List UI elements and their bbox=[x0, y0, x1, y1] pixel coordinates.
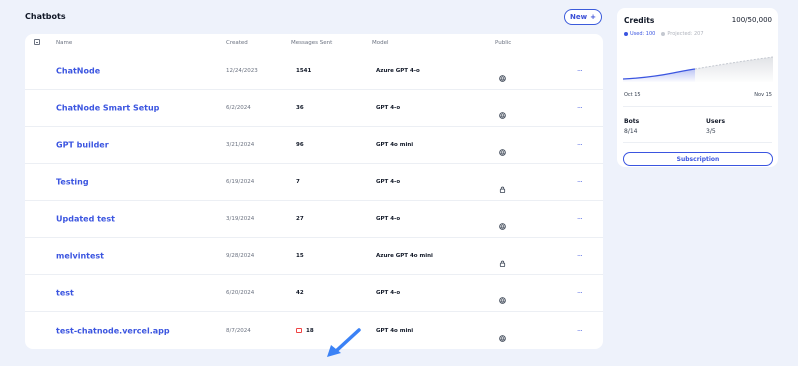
projected-area bbox=[695, 57, 773, 82]
created-date: 6/2/2024 bbox=[226, 105, 251, 111]
created-date: 3/21/2024 bbox=[226, 142, 255, 148]
credits-legend: Used: 100 Projected: 207 bbox=[624, 31, 704, 37]
table-row[interactable]: ChatNode 12/24/2023 1541 Azure GPT 4-o ··· bbox=[25, 53, 603, 90]
chatbot-name-link[interactable]: Updated test bbox=[56, 215, 115, 224]
bots-label: Bots bbox=[624, 118, 640, 125]
created-date: 12/24/2023 bbox=[226, 68, 258, 74]
chatbot-name-link[interactable]: test bbox=[56, 289, 74, 298]
messages-sent: 42 bbox=[296, 290, 304, 296]
messages-sent: 96 bbox=[296, 142, 304, 148]
messages-count: 7 bbox=[296, 179, 300, 185]
table-row[interactable]: test 6/20/2024 42 GPT 4-o ··· bbox=[25, 275, 603, 312]
messages-sent: 18 bbox=[296, 327, 314, 334]
messages-sent: 36 bbox=[296, 105, 304, 111]
messages-sent: 7 bbox=[296, 179, 300, 185]
messages-sent: 1541 bbox=[296, 68, 311, 74]
globe-icon bbox=[499, 104, 507, 119]
used-label: Used: 100 bbox=[630, 31, 656, 37]
bots-value: 8/14 bbox=[624, 128, 638, 135]
col-messages: Messages Sent bbox=[291, 40, 333, 46]
messages-count: 27 bbox=[296, 216, 304, 222]
select-all-icon[interactable] bbox=[34, 39, 40, 45]
messages-count: 1541 bbox=[296, 68, 312, 74]
model-name: Azure GPT 4o mini bbox=[376, 253, 433, 259]
chatbot-name-link[interactable]: GPT builder bbox=[56, 141, 109, 150]
col-model: Model bbox=[372, 40, 389, 46]
globe-icon bbox=[499, 67, 507, 82]
chatbots-table: Name Created Messages Sent Model Public … bbox=[25, 34, 603, 357]
messages-sent: 27 bbox=[296, 216, 304, 222]
more-options-button[interactable]: ··· bbox=[577, 141, 583, 149]
chart-start-date: Oct 15 bbox=[624, 92, 641, 98]
divider bbox=[623, 106, 772, 107]
message-icon bbox=[296, 327, 302, 333]
messages-count: 42 bbox=[296, 290, 304, 296]
projected-label: Projected: 207 bbox=[667, 31, 704, 37]
users-label: Users bbox=[706, 118, 726, 125]
globe-icon bbox=[499, 327, 507, 342]
globe-icon bbox=[499, 141, 507, 156]
model-name: GPT 4-o bbox=[376, 179, 401, 185]
table-row[interactable]: test-chatnode.vercel.app 8/7/2024 18 GPT 4o… bbox=[25, 312, 603, 349]
created-date: 9/28/2024 bbox=[226, 253, 255, 259]
table-row[interactable]: GPT builder 3/21/2024 96 GPT 4o mini ··· bbox=[25, 127, 603, 164]
table-row[interactable]: ChatNode Smart Setup 6/2/2024 36 GPT 4-o ··· bbox=[25, 90, 603, 127]
credits-title: Credits bbox=[624, 16, 655, 25]
plus-icon: + bbox=[590, 13, 596, 21]
more-options-button[interactable]: ··· bbox=[577, 289, 583, 297]
created-date: 8/7/2024 bbox=[226, 327, 251, 334]
col-created: Created bbox=[226, 40, 248, 46]
model-name: GPT 4-o bbox=[376, 290, 401, 296]
chatbot-name-link[interactable]: Testing bbox=[56, 178, 89, 187]
pointer-arrow-icon bbox=[327, 328, 361, 357]
table-row[interactable]: Updated test 3/19/2024 27 GPT 4-o ··· bbox=[25, 201, 603, 238]
model-name: GPT 4-o bbox=[376, 216, 401, 222]
col-name: Name bbox=[56, 40, 73, 46]
new-chatbot-button[interactable]: New + bbox=[564, 9, 602, 25]
credits-chart bbox=[623, 56, 773, 82]
legend-projected: Projected: 207 bbox=[661, 31, 704, 37]
messages-sent: 15 bbox=[296, 253, 304, 259]
table-row[interactable]: Testing 6/19/2024 7 GPT 4-o ··· bbox=[25, 164, 603, 201]
created-date: 6/20/2024 bbox=[226, 290, 255, 296]
subscription-button[interactable]: Subscription bbox=[623, 152, 773, 166]
created-date: 3/19/2024 bbox=[226, 216, 255, 222]
divider bbox=[623, 142, 772, 143]
model-name: GPT 4o mini bbox=[376, 327, 414, 334]
messages-count: 36 bbox=[296, 105, 304, 111]
chatbot-name-link[interactable]: ChatNode Smart Setup bbox=[56, 104, 159, 113]
more-options-button[interactable]: ··· bbox=[577, 215, 583, 223]
table-row[interactable]: melvintest 9/28/2024 15 Azure GPT 4o mini ··… bbox=[25, 238, 603, 275]
credits-value: 100/50,000 bbox=[731, 16, 772, 24]
messages-count: 18 bbox=[306, 327, 314, 334]
globe-icon bbox=[499, 215, 507, 230]
more-options-button[interactable]: ··· bbox=[577, 327, 583, 335]
more-options-button[interactable]: ··· bbox=[577, 178, 583, 186]
lock-icon bbox=[499, 252, 507, 267]
chatbot-name-link[interactable]: melvintest bbox=[56, 252, 104, 261]
credits-card: Credits 100/50,000 Used: 100 Projected: … bbox=[617, 8, 778, 167]
chatbot-name-link[interactable]: ChatNode bbox=[56, 67, 100, 76]
chatbot-name-link[interactable]: test-chatnode.vercel.app bbox=[56, 326, 170, 335]
users-value: 3/5 bbox=[706, 128, 716, 135]
created-date: 6/19/2024 bbox=[226, 179, 255, 185]
page-title: Chatbots bbox=[25, 12, 66, 21]
more-options-button[interactable]: ··· bbox=[577, 67, 583, 75]
col-public: Public bbox=[495, 40, 512, 46]
messages-count: 96 bbox=[296, 142, 304, 148]
new-button-label: New bbox=[570, 13, 588, 21]
lock-icon bbox=[499, 178, 507, 193]
projected-dot-icon bbox=[661, 32, 666, 36]
table-header: Name Created Messages Sent Model Public bbox=[25, 34, 603, 53]
legend-used: Used: 100 bbox=[624, 31, 655, 37]
used-dot-icon bbox=[624, 32, 628, 36]
chart-end-date: Nov 15 bbox=[754, 92, 772, 98]
globe-icon bbox=[499, 289, 507, 304]
more-options-button[interactable]: ··· bbox=[577, 104, 583, 112]
model-name: Azure GPT 4-o bbox=[376, 68, 420, 74]
model-name: GPT 4o mini bbox=[376, 142, 414, 148]
more-options-button[interactable]: ··· bbox=[577, 252, 583, 260]
messages-count: 15 bbox=[296, 253, 304, 259]
model-name: GPT 4-o bbox=[376, 105, 401, 111]
